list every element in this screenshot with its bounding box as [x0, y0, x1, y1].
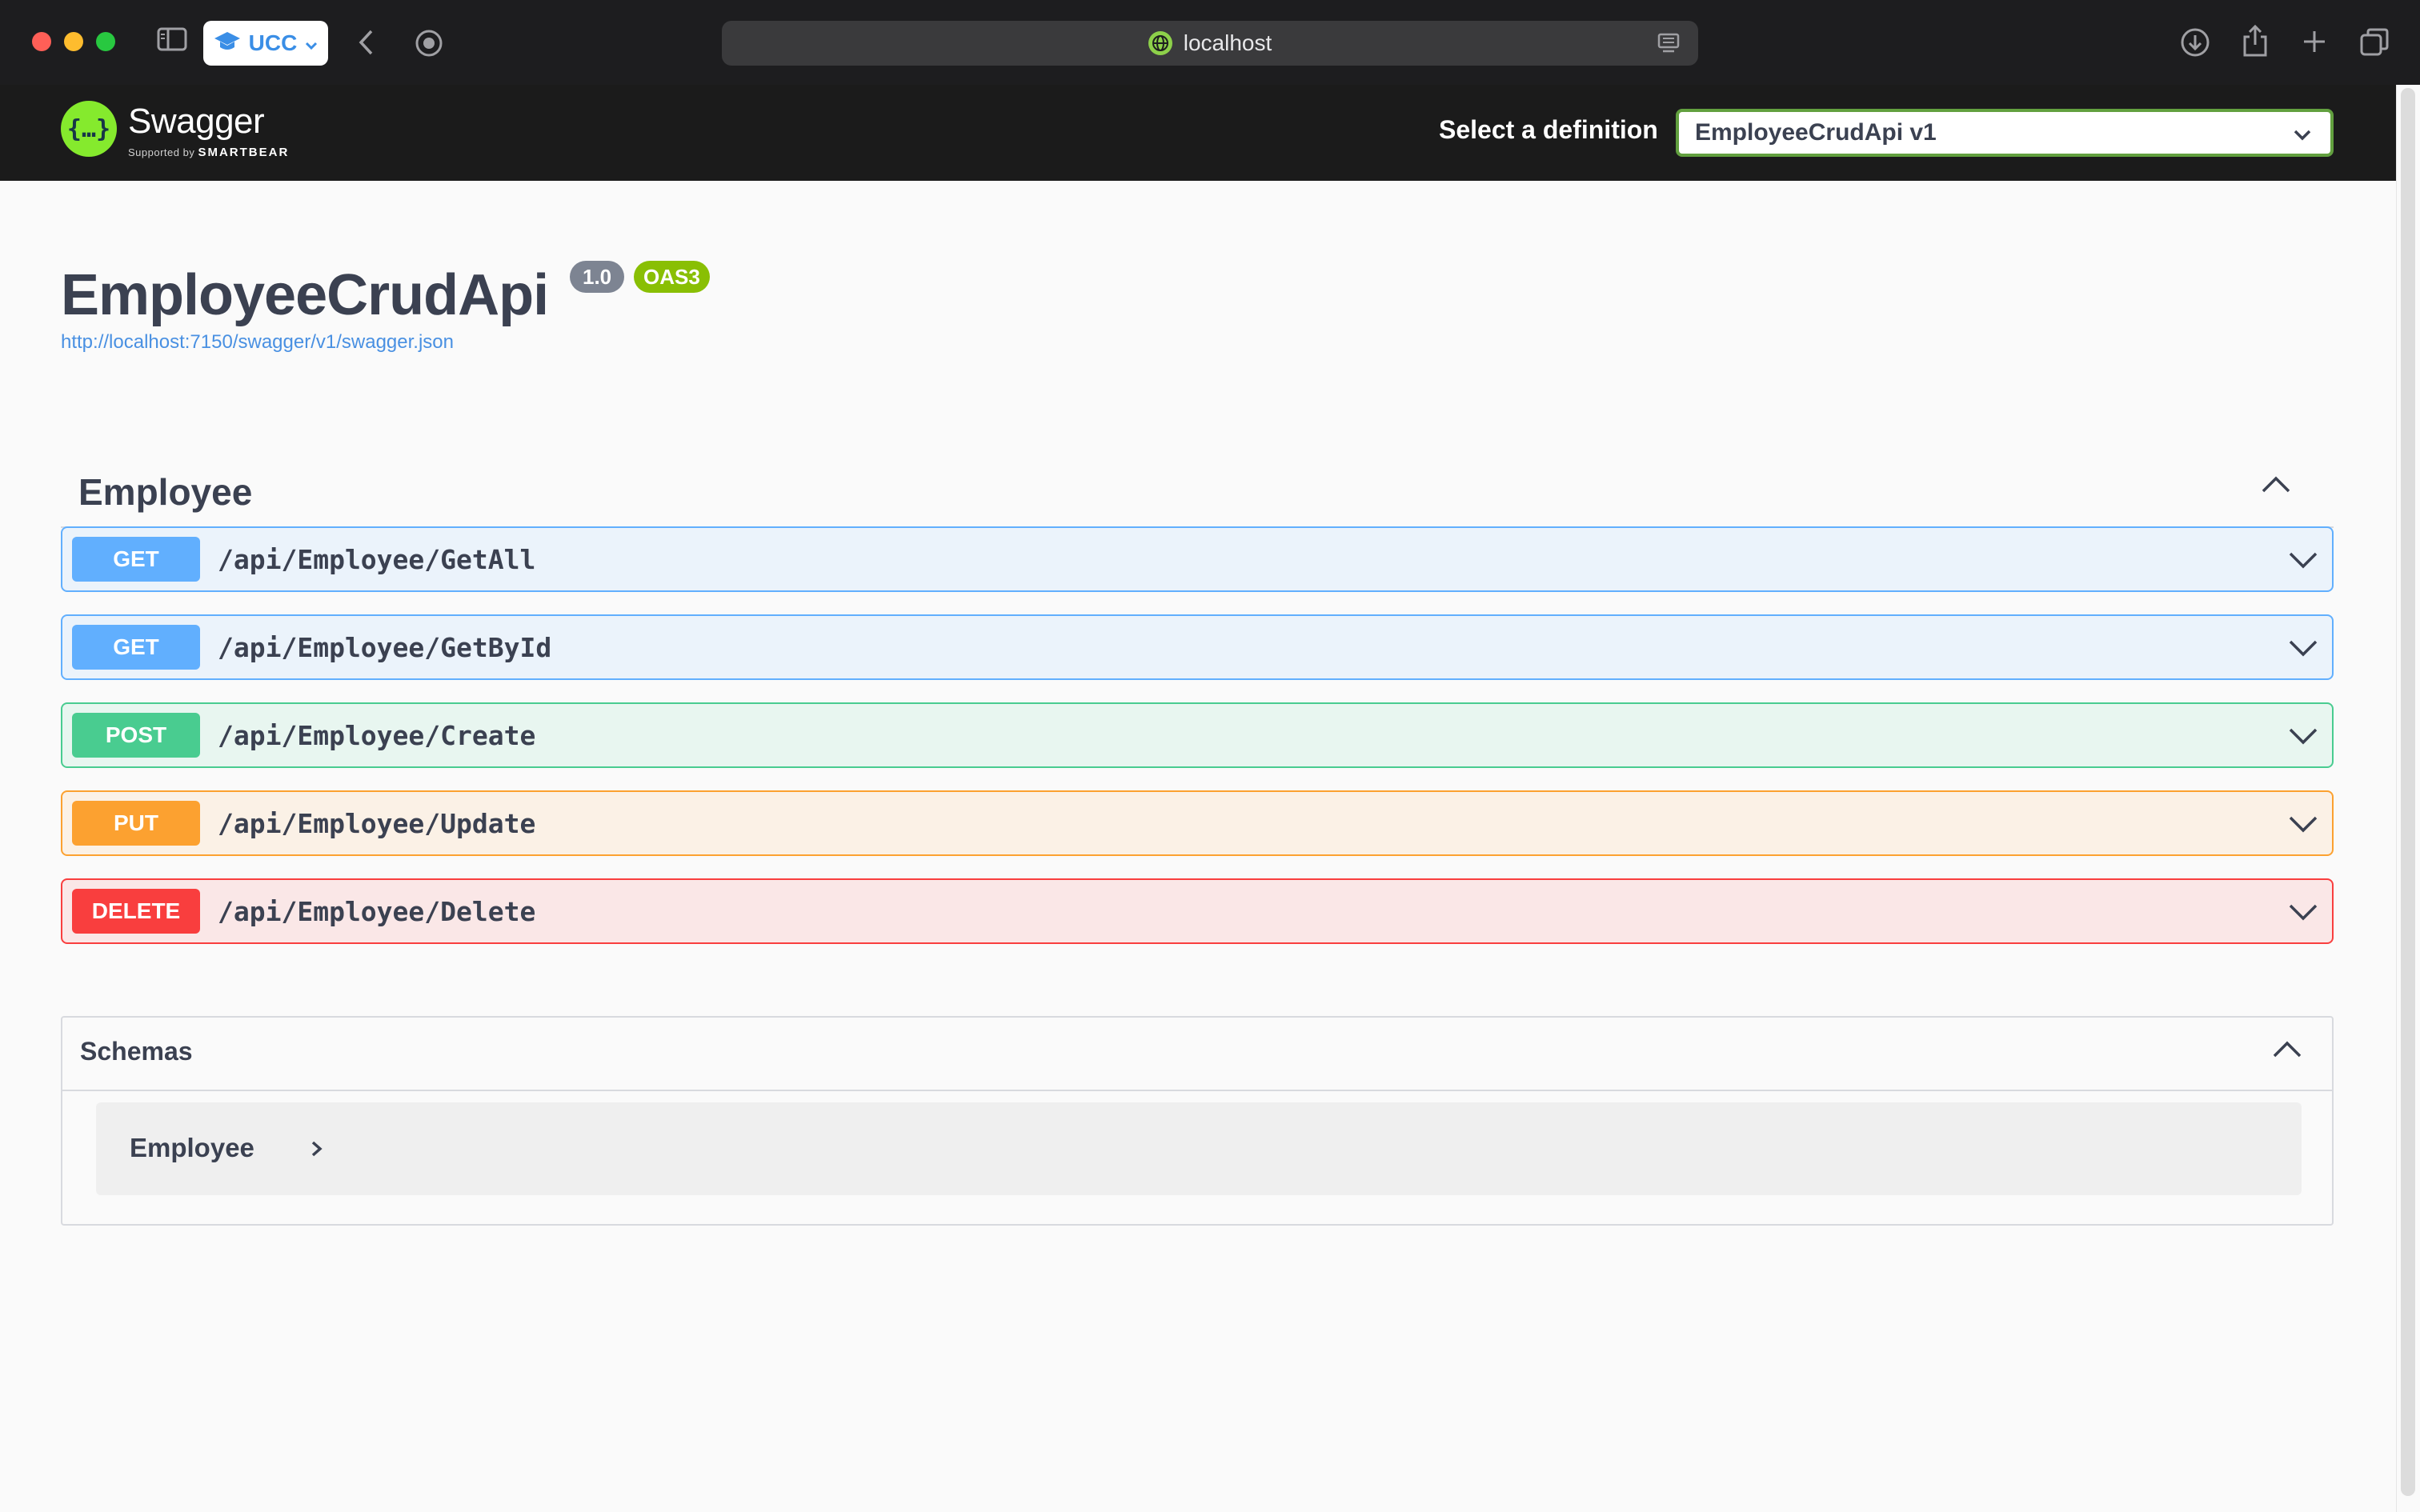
chevron-up-icon[interactable] [2260, 474, 2292, 498]
schemas-header[interactable]: Schemas [62, 1018, 2332, 1091]
address-text: localhost [1183, 30, 1272, 55]
tab-group-button[interactable]: UCC [203, 21, 328, 66]
tag-section-header[interactable]: Employee [61, 445, 2334, 528]
schemas-section: Schemas Employee [61, 1016, 2334, 1226]
oas-badge: OAS3 [634, 261, 710, 293]
chevron-down-icon[interactable] [2287, 634, 2319, 666]
chevron-down-icon[interactable] [2287, 898, 2319, 930]
logo-title: Swagger [128, 102, 265, 141]
spec-url-link[interactable]: http://localhost:7150/swagger/v1/swagger… [61, 331, 454, 354]
scrollbar-thumb[interactable] [2401, 88, 2415, 1496]
sidebar-toggle-icon[interactable] [157, 27, 187, 51]
privacy-report-icon[interactable] [415, 29, 443, 58]
share-icon[interactable] [2241, 24, 2270, 58]
schema-model-employee[interactable]: Employee [96, 1102, 2302, 1195]
globe-icon [1148, 31, 1172, 55]
swagger-topbar: {…} Swagger Supported by SMARTBEAR Selec… [0, 85, 2396, 181]
method-badge: POST [72, 713, 200, 758]
operation-get-getall[interactable]: GET /api/Employee/GetAll [61, 526, 2334, 592]
logo-brand: SMARTBEAR [198, 146, 290, 159]
operation-put-update[interactable]: PUT /api/Employee/Update [61, 790, 2334, 856]
operation-post-create[interactable]: POST /api/Employee/Create [61, 702, 2334, 768]
definition-label: Select a definition [1439, 115, 1658, 144]
tab-overview-icon[interactable] [2359, 27, 2390, 58]
close-window-button[interactable] [32, 32, 51, 51]
graduation-cap-icon [214, 30, 241, 58]
method-badge: GET [72, 625, 200, 670]
swagger-logo[interactable]: {…} Swagger Supported by SMARTBEAR [61, 101, 289, 159]
chevron-right-icon[interactable] [309, 1138, 325, 1164]
operation-get-getbyid[interactable]: GET /api/Employee/GetById [61, 614, 2334, 680]
address-bar[interactable]: localhost [722, 21, 1698, 66]
definition-selected-value: EmployeeCrudApi v1 [1695, 119, 1937, 146]
tag-title: Employee [78, 471, 253, 513]
operation-path: /api/Employee/GetById [218, 631, 552, 663]
operation-path: /api/Employee/Update [218, 807, 536, 839]
operation-path: /api/Employee/Create [218, 719, 536, 751]
swagger-braces-icon: {…} [61, 101, 117, 157]
chevron-down-icon [2292, 123, 2313, 150]
downloads-icon[interactable] [2180, 27, 2210, 58]
chevron-up-icon[interactable] [2271, 1038, 2303, 1063]
operation-path: /api/Employee/Delete [218, 895, 536, 927]
method-badge: DELETE [72, 889, 200, 934]
logo-subtitle: Supported by SMARTBEAR [128, 146, 289, 159]
schemas-title: Schemas [80, 1037, 193, 1066]
chevron-down-icon[interactable] [2287, 722, 2319, 754]
model-name: Employee [130, 1133, 254, 1162]
chevron-down-icon[interactable] [2287, 546, 2319, 578]
definition-select[interactable]: EmployeeCrudApi v1 [1676, 109, 2334, 157]
tab-group-label: UCC [248, 30, 298, 55]
logo-supported-by: Supported by [128, 146, 195, 158]
new-tab-icon[interactable] [2302, 29, 2327, 54]
swagger-page: EmployeeCrudApi 1.0 OAS3 http://localhos… [0, 181, 2396, 1512]
operation-path: /api/Employee/GetAll [218, 543, 536, 575]
operation-delete-delete[interactable]: DELETE /api/Employee/Delete [61, 878, 2334, 944]
zoom-window-button[interactable] [96, 32, 115, 51]
reader-mode-icon[interactable] [1657, 32, 1681, 60]
back-arrow-icon[interactable] [357, 29, 376, 56]
chevron-down-icon[interactable] [2287, 810, 2319, 842]
minimize-window-button[interactable] [64, 32, 83, 51]
method-badge: PUT [72, 801, 200, 846]
version-badge: 1.0 [570, 261, 625, 293]
chevron-down-icon [305, 30, 318, 56]
api-title: EmployeeCrudApi [61, 263, 549, 327]
browser-toolbar: UCC localhost [0, 0, 2420, 85]
method-badge: GET [72, 537, 200, 582]
